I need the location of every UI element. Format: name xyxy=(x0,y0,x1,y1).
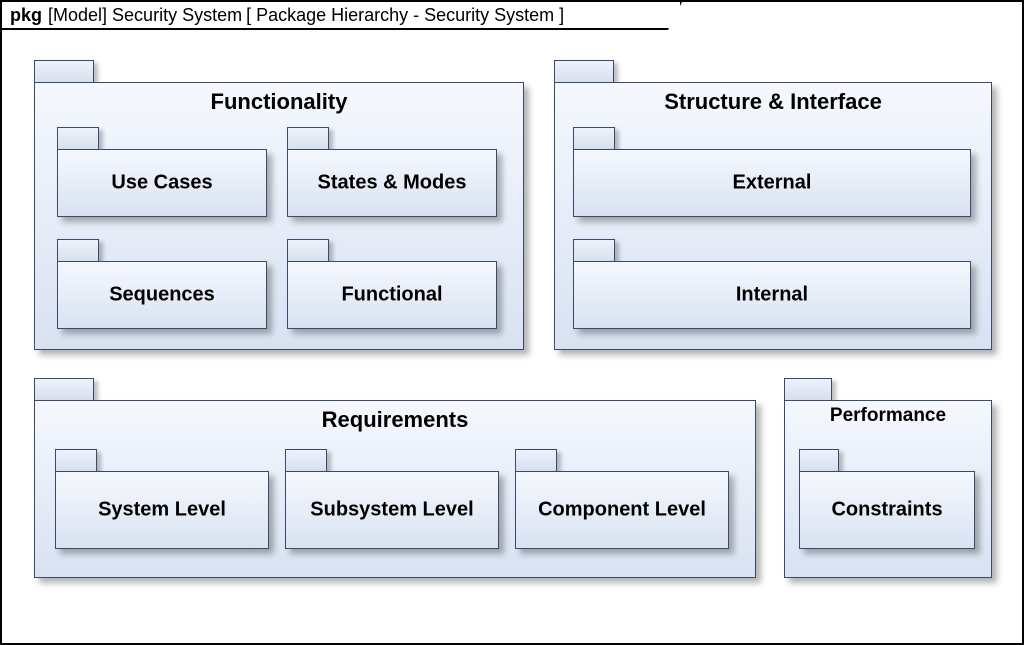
package-body: Constraints xyxy=(799,471,975,549)
folder-tab-icon xyxy=(34,60,94,82)
package-body: System Level xyxy=(55,471,269,549)
frame-header: pkg [Model] Security System [ Package Hi… xyxy=(2,2,682,30)
package-body: Internal xyxy=(573,261,971,329)
package-requirements: Requirements System Level Subsystem Leve… xyxy=(34,378,756,578)
folder-tab-icon xyxy=(287,127,329,149)
package-title: Constraints xyxy=(800,499,974,522)
package-body: Sequences xyxy=(57,261,267,329)
package-title: Sequences xyxy=(58,284,266,307)
package-subsystem-level: Subsystem Level xyxy=(285,449,499,549)
package-title: Performance xyxy=(785,405,991,427)
folder-tab-icon xyxy=(34,378,94,400)
package-title: Functional xyxy=(288,284,496,307)
folder-tab-icon xyxy=(573,127,615,149)
package-title: Subsystem Level xyxy=(286,499,498,522)
package-body: External xyxy=(573,149,971,217)
package-title: Use Cases xyxy=(58,172,266,195)
package-title: Requirements xyxy=(35,407,755,433)
package-body: Performance Constraints xyxy=(784,400,992,578)
package-body: States & Modes xyxy=(287,149,497,217)
folder-tab-icon xyxy=(287,239,329,261)
diagram-canvas: Functionality Use Cases States & Modes xyxy=(2,30,1022,643)
folder-tab-icon xyxy=(573,239,615,261)
package-body: Component Level xyxy=(515,471,729,549)
package-use-cases: Use Cases xyxy=(57,127,267,217)
folder-tab-icon xyxy=(515,449,557,471)
package-functional: Functional xyxy=(287,239,497,329)
frame-context: [Model] Security System xyxy=(48,5,242,26)
package-states-modes: States & Modes xyxy=(287,127,497,217)
frame-name: [ Package Hierarchy - Security System ] xyxy=(246,5,564,26)
folder-tab-icon xyxy=(57,239,99,261)
package-external: External xyxy=(573,127,971,217)
package-performance: Performance Constraints xyxy=(784,378,992,578)
diagram-frame: pkg [Model] Security System [ Package Hi… xyxy=(0,0,1024,645)
package-constraints: Constraints xyxy=(799,449,975,549)
frame-keyword: pkg xyxy=(10,5,42,26)
package-title: Component Level xyxy=(516,499,728,522)
package-title: Internal xyxy=(574,284,970,307)
package-body: Functional xyxy=(287,261,497,329)
package-body: Use Cases xyxy=(57,149,267,217)
folder-tab-icon xyxy=(554,60,614,82)
package-title: External xyxy=(574,172,970,195)
package-body: Requirements System Level Subsystem Leve… xyxy=(34,400,756,578)
package-component-level: Component Level xyxy=(515,449,729,549)
package-title: Functionality xyxy=(35,89,523,115)
package-structure-interface: Structure & Interface External Internal xyxy=(554,60,992,350)
folder-tab-icon xyxy=(57,127,99,149)
folder-tab-icon xyxy=(799,449,839,471)
package-title: Structure & Interface xyxy=(555,89,991,115)
folder-tab-icon xyxy=(55,449,97,471)
package-internal: Internal xyxy=(573,239,971,329)
package-sequences: Sequences xyxy=(57,239,267,329)
folder-tab-icon xyxy=(285,449,327,471)
package-body: Subsystem Level xyxy=(285,471,499,549)
package-system-level: System Level xyxy=(55,449,269,549)
package-title: System Level xyxy=(56,499,268,522)
package-title: States & Modes xyxy=(288,172,496,195)
package-body: Structure & Interface External Internal xyxy=(554,82,992,350)
package-body: Functionality Use Cases States & Modes xyxy=(34,82,524,350)
folder-tab-icon xyxy=(784,378,832,400)
package-functionality: Functionality Use Cases States & Modes xyxy=(34,60,524,350)
